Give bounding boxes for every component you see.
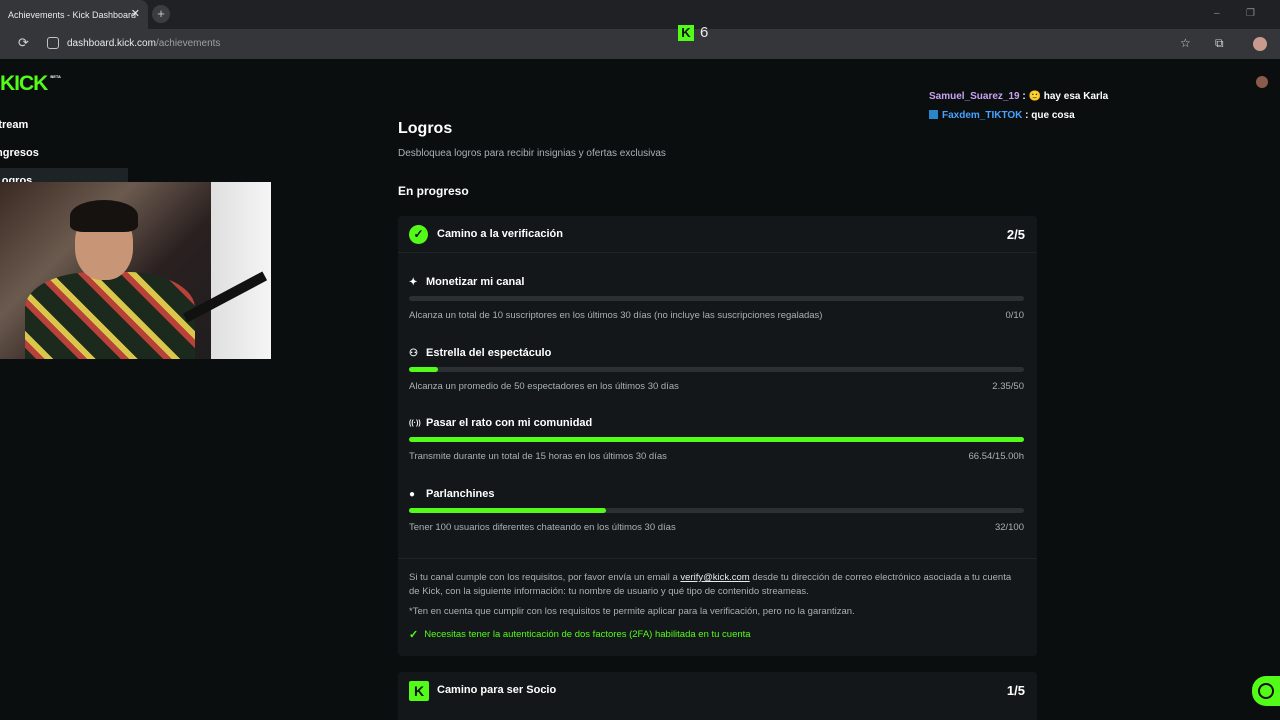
requirement-item: ✓ Necesitas tener la autenticación de do… (409, 628, 751, 641)
users-icon: ⚇ (409, 347, 418, 359)
tiktok-badge-icon (929, 110, 938, 119)
extensions-icon[interactable]: ⧉ (1215, 36, 1224, 51)
site-info-icon[interactable] (47, 37, 59, 49)
progress-bar (409, 367, 1024, 372)
card-progress-count: 1/5 (1006, 683, 1025, 698)
note-text: Si tu canal cumple con los requisitos, p… (409, 572, 681, 583)
chat-username: Faxdem_TIKTOK (942, 110, 1023, 121)
page-subtitle: Desbloquea logros para recibir insignias… (398, 148, 666, 159)
kick-logo[interactable]: KICK BETA (0, 72, 61, 96)
viewer-count-badge: K 6 (678, 24, 708, 41)
verification-note: Si tu canal cumple con los requisitos, p… (409, 571, 1024, 599)
progress-bar (409, 508, 1024, 513)
verified-badge-icon: ✓ (409, 225, 428, 244)
task-name: ● Parlanchines (409, 488, 494, 500)
headset-icon (1258, 683, 1274, 699)
task-title: Pasar el rato con mi comunidad (426, 417, 593, 429)
task-description: Transmite durante un total de 15 horas e… (409, 451, 667, 462)
requirement-text: Necesitas tener la autenticación de dos … (424, 629, 751, 640)
reload-icon[interactable]: ⟳ (18, 35, 29, 51)
task-value: 0/10 (1005, 310, 1025, 321)
profile-avatar[interactable] (1253, 37, 1267, 51)
kick-k-icon: K (409, 681, 429, 701)
chat-text: que cosa (1031, 110, 1075, 121)
progress-fill (409, 367, 438, 372)
url-host: dashboard.kick.com (67, 38, 156, 49)
minimize-icon[interactable]: – (1214, 8, 1220, 19)
chat-username: Samuel_Suarez_19 (929, 91, 1020, 102)
progress-fill (409, 437, 1024, 442)
restore-icon[interactable]: ❐ (1246, 8, 1255, 19)
overlay-avatar (1256, 76, 1268, 88)
task-description: Alcanza un promedio de 50 espectadores e… (409, 381, 679, 392)
sparkle-icon: ✦ (409, 276, 418, 288)
support-button[interactable] (1252, 676, 1280, 706)
chat-emoji: 🙂 (1028, 91, 1041, 102)
card-title: Camino para ser Socio (437, 684, 557, 696)
sidebar-item-stream[interactable]: Stream (0, 119, 28, 131)
card-divider (398, 558, 1037, 559)
address-bar: ⟳ dashboard.kick.com/achievements ☆ ⧉ (0, 29, 1280, 59)
sidebar-item-ingresos[interactable]: Ingresos (0, 147, 39, 159)
task-name: ✦ Monetizar mi canal (409, 276, 524, 288)
browser-tab-strip: Achievements - Kick Dashboard ✕ + – ❐ (0, 0, 1280, 29)
task-description: Tener 100 usuarios diferentes chateando … (409, 522, 676, 533)
webcam-overlay (0, 182, 271, 359)
chat-separator: : (1022, 110, 1032, 121)
task-title: Parlanchines (426, 488, 495, 500)
tab-title: Achievements - Kick Dashboard (8, 9, 137, 20)
partner-card[interactable]: K Camino para ser Socio 1/5 (398, 672, 1037, 720)
bookmark-star-icon[interactable]: ☆ (1180, 36, 1191, 50)
logo-text: KICK (0, 72, 48, 95)
card-progress-count: 2/5 (1006, 227, 1025, 242)
chat-bubble-icon: ● (409, 488, 416, 500)
url-path: /achievements (155, 38, 221, 49)
progress-bar (409, 437, 1024, 442)
task-title: Estrella del espectáculo (426, 347, 552, 359)
task-description: Alcanza un total de 10 suscriptores en l… (409, 310, 823, 321)
tab-close-icon[interactable]: ✕ (131, 7, 140, 20)
task-name: ⚇ Estrella del espectáculo (409, 347, 551, 359)
section-title: En progreso (398, 184, 469, 198)
verification-card: ✓ Camino a la verificación 2/5 ✦ Monetiza… (398, 216, 1037, 656)
chat-separator: : (1019, 91, 1029, 102)
chat-message: Faxdem_TIKTOK : que cosa (929, 110, 1075, 121)
card-header[interactable]: ✓ Camino a la verificación 2/5 (398, 216, 1037, 253)
task-title: Monetizar mi canal (426, 276, 525, 288)
task-value: 2.35/50 (992, 381, 1024, 392)
kick-logo-icon: K (678, 24, 694, 41)
task-value: 66.54/15.00h (968, 451, 1024, 462)
webcam-shirt (25, 272, 195, 359)
chat-message: Samuel_Suarez_19 : 🙂 hay esa Karla (929, 91, 1108, 102)
disclaimer-text: *Ten en cuenta que cumplir con los requi… (409, 606, 855, 617)
url-field[interactable]: dashboard.kick.com/achievements (67, 38, 220, 49)
broadcast-icon: ((·)) (409, 419, 421, 427)
task-name: ((·)) Pasar el rato con mi comunidad (409, 417, 592, 429)
chat-text: hay esa Karla (1043, 91, 1109, 102)
webcam-hair (70, 200, 138, 232)
task-value: 32/100 (994, 522, 1024, 533)
progress-fill (409, 508, 606, 513)
email-link[interactable]: verify@kick.com (680, 572, 749, 583)
check-icon: ✓ (409, 629, 419, 641)
browser-tab[interactable]: Achievements - Kick Dashboard ✕ (0, 0, 148, 29)
beta-badge: BETA (50, 74, 61, 79)
new-tab-button[interactable]: + (152, 5, 170, 23)
card-title: Camino a la verificación (437, 228, 563, 240)
progress-bar (409, 296, 1024, 301)
viewer-count: 6 (700, 24, 709, 41)
page-title: Logros (398, 120, 453, 137)
